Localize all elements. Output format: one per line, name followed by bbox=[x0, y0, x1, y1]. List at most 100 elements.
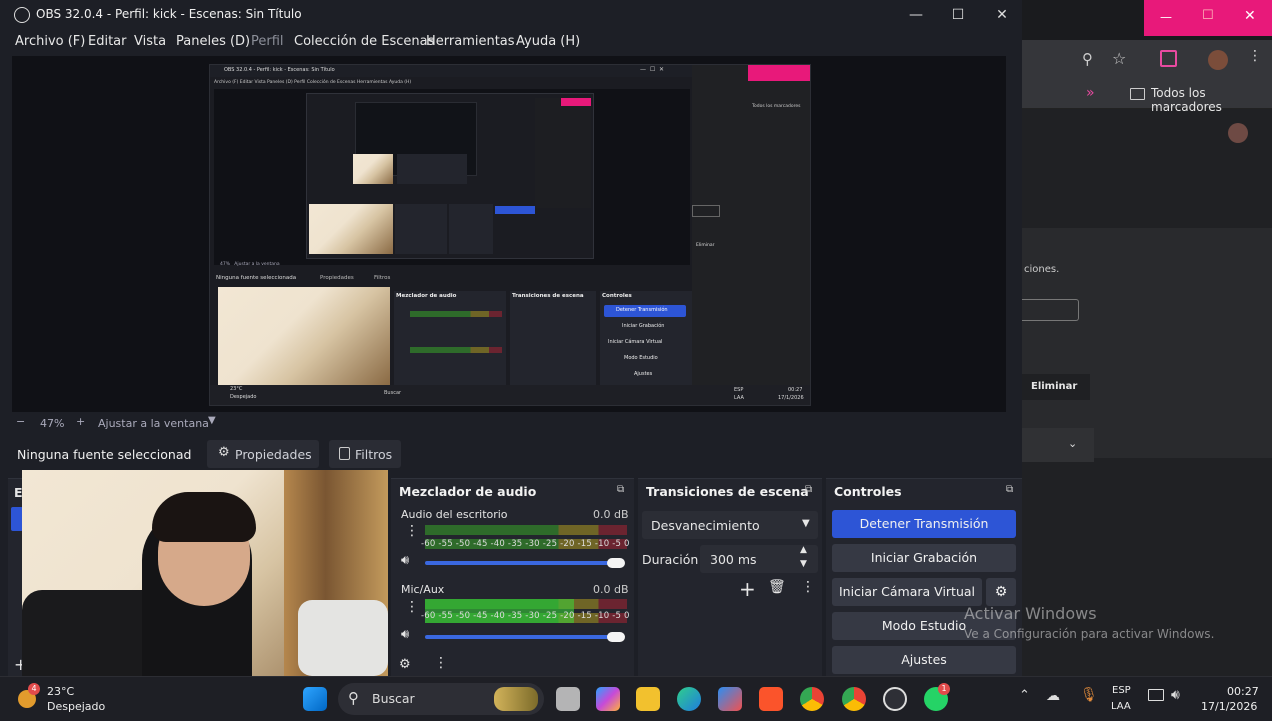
cloud-icon[interactable]: ☁ bbox=[1046, 688, 1060, 704]
inner-lang2: LAA bbox=[734, 395, 744, 401]
settings-panel bbox=[1022, 228, 1272, 458]
delete-button[interactable]: Eliminar bbox=[1022, 374, 1090, 400]
avatar[interactable] bbox=[1208, 50, 1228, 70]
clock-date[interactable]: 17/1/2026 bbox=[1201, 700, 1257, 713]
maximize-button[interactable]: ☐ bbox=[1202, 8, 1214, 23]
duration-spinbox[interactable]: 300 ms ▲ ▼ bbox=[700, 545, 818, 573]
controls-title: Controles bbox=[834, 484, 902, 499]
volume-slider-knob[interactable] bbox=[607, 558, 625, 568]
minimize-button[interactable]: — bbox=[894, 0, 938, 30]
duration-label: Duración bbox=[642, 552, 699, 567]
menu-help[interactable]: Ayuda (H) bbox=[516, 34, 580, 49]
inner-menu: Archivo (F) Editar Vista Paneles (D) Per… bbox=[214, 80, 412, 85]
text-fragment: ciones. bbox=[1024, 264, 1060, 275]
start-virtual-camera-button[interactable]: Iniciar Cámara Virtual bbox=[832, 578, 982, 606]
speaker-icon[interactable]: 🔊︎ bbox=[401, 553, 409, 568]
display-icon[interactable] bbox=[1148, 689, 1164, 701]
menu-scene-collection[interactable]: Colección de Escenas bbox=[294, 34, 434, 49]
undock-icon[interactable]: ⧉ bbox=[1006, 484, 1013, 495]
star-icon[interactable]: ☆ bbox=[1112, 49, 1126, 68]
menu-docks[interactable]: Paneles (D) bbox=[176, 34, 250, 49]
virtual-camera-settings-button[interactable]: ⚙ bbox=[986, 578, 1016, 606]
chrome-profile-icon[interactable] bbox=[842, 687, 866, 711]
zoom-in-button[interactable]: + bbox=[76, 415, 85, 428]
windows-start-icon[interactable] bbox=[303, 687, 327, 711]
zoom-icon[interactable]: ⚲ bbox=[1082, 50, 1093, 68]
weather-widget[interactable]: 4 23°C Despejado bbox=[14, 681, 106, 717]
collapsed-section[interactable]: ⌄ bbox=[1022, 428, 1094, 462]
title-bar[interactable]: OBS 32.0.4 - Perfil: kick - Escenas: Sin… bbox=[0, 0, 1022, 30]
file-explorer-icon[interactable] bbox=[636, 687, 660, 711]
menu-profile[interactable]: Perfil bbox=[251, 34, 284, 49]
search-box[interactable]: ⚲ Buscar bbox=[338, 683, 544, 715]
chevron-down-icon[interactable]: ▼ bbox=[800, 559, 807, 569]
gear-icon[interactable]: ⚙ bbox=[399, 657, 411, 672]
minimize-button[interactable]: — bbox=[1160, 10, 1172, 24]
brave-icon[interactable] bbox=[759, 687, 783, 711]
chrome-icon[interactable] bbox=[800, 687, 824, 711]
m365-icon[interactable] bbox=[596, 687, 620, 711]
source-toolbar: Ninguna fuente seleccionad ⚙ Propiedades… bbox=[8, 440, 1004, 468]
menu-view[interactable]: Vista bbox=[134, 34, 166, 49]
maximize-button[interactable]: ☐ bbox=[936, 0, 980, 30]
filters-button[interactable]: Filtros bbox=[329, 440, 401, 468]
weather-text: Despejado bbox=[47, 700, 106, 713]
all-bookmarks-link[interactable]: Todos los marcadores bbox=[1151, 86, 1272, 114]
properties-button[interactable]: ⚙ Propiedades bbox=[207, 440, 319, 468]
audio-mixer-dock: Mezclador de audio ⧉ Audio del escritori… bbox=[391, 478, 634, 677]
text-input[interactable] bbox=[1022, 299, 1079, 321]
stop-stream-button[interactable]: Detener Transmisión bbox=[832, 510, 1016, 538]
close-button[interactable]: ✕ bbox=[980, 0, 1024, 30]
weather-badge: 4 bbox=[28, 683, 40, 695]
transition-select[interactable]: Desvanecimiento ▼ bbox=[642, 511, 818, 539]
channel-name: Mic/Aux bbox=[401, 583, 445, 596]
trash-icon[interactable]: 🗑︎ bbox=[768, 579, 786, 595]
language-code[interactable]: ESP bbox=[1112, 685, 1131, 696]
undock-icon[interactable]: ⧉ bbox=[617, 484, 624, 495]
inner-stop-stream: Detener Transmisión bbox=[616, 307, 668, 313]
kebab-menu-icon[interactable]: ⋮ bbox=[405, 524, 419, 538]
volume-icon[interactable]: 🔊︎ bbox=[1171, 687, 1180, 703]
fit-window-label[interactable]: Ajustar a la ventana bbox=[98, 417, 209, 430]
properties-label: Propiedades bbox=[235, 447, 312, 462]
settings-button[interactable]: Ajustes bbox=[832, 646, 1016, 674]
webcam-overlay bbox=[22, 470, 388, 676]
close-button[interactable]: ✕ bbox=[1244, 8, 1256, 24]
chevron-up-icon[interactable]: ⌃ bbox=[1019, 688, 1030, 703]
menu-edit[interactable]: Editar bbox=[88, 34, 127, 49]
inner-delete: Eliminar bbox=[696, 243, 715, 248]
kebab-menu-icon[interactable]: ⋮ bbox=[801, 580, 815, 594]
obs-icon[interactable] bbox=[883, 687, 907, 711]
microphone-icon[interactable]: 🎙︎ bbox=[1080, 687, 1098, 703]
avatar[interactable] bbox=[1228, 123, 1248, 143]
inner-time: 00:27 bbox=[788, 387, 803, 393]
task-view-icon[interactable] bbox=[556, 687, 580, 711]
volume-slider[interactable] bbox=[425, 561, 619, 565]
mixer-title: Mezclador de audio bbox=[399, 484, 537, 499]
speaker-icon[interactable]: 🔊︎ bbox=[401, 627, 409, 642]
kebab-menu-icon[interactable]: ⋮ bbox=[405, 600, 419, 614]
chevron-down-icon[interactable]: ▼ bbox=[208, 415, 216, 426]
window-controls: — ☐ ✕ bbox=[1144, 0, 1272, 36]
add-transition-button[interactable]: + bbox=[739, 577, 756, 601]
clock-time[interactable]: 00:27 bbox=[1227, 685, 1259, 698]
kebab-menu-icon[interactable]: ⋮ bbox=[434, 656, 448, 670]
menu-file[interactable]: Archivo (F) bbox=[15, 34, 85, 49]
activation-subtitle: Ve a Configuración para activar Windows. bbox=[964, 627, 1215, 641]
zoom-out-button[interactable]: − bbox=[16, 415, 25, 428]
nested-screen bbox=[306, 93, 594, 259]
undock-icon[interactable]: ⧉ bbox=[805, 484, 812, 495]
chevron-up-icon[interactable]: ▲ bbox=[800, 545, 807, 555]
double-chevron-icon[interactable]: » bbox=[1086, 85, 1095, 101]
start-recording-button[interactable]: Iniciar Grabación bbox=[832, 544, 1016, 572]
search-highlight-icon bbox=[494, 687, 538, 711]
extension-icon[interactable] bbox=[1160, 50, 1177, 67]
kebab-menu-icon[interactable]: ⋮ bbox=[1248, 49, 1262, 63]
volume-slider-knob[interactable] bbox=[607, 632, 625, 642]
folder-icon bbox=[1130, 88, 1145, 100]
store-icon[interactable] bbox=[718, 687, 742, 711]
chevron-down-icon: ⌄ bbox=[1068, 437, 1078, 450]
edge-icon[interactable] bbox=[677, 687, 701, 711]
menu-tools[interactable]: Herramientas bbox=[426, 34, 515, 49]
volume-slider[interactable] bbox=[425, 635, 619, 639]
